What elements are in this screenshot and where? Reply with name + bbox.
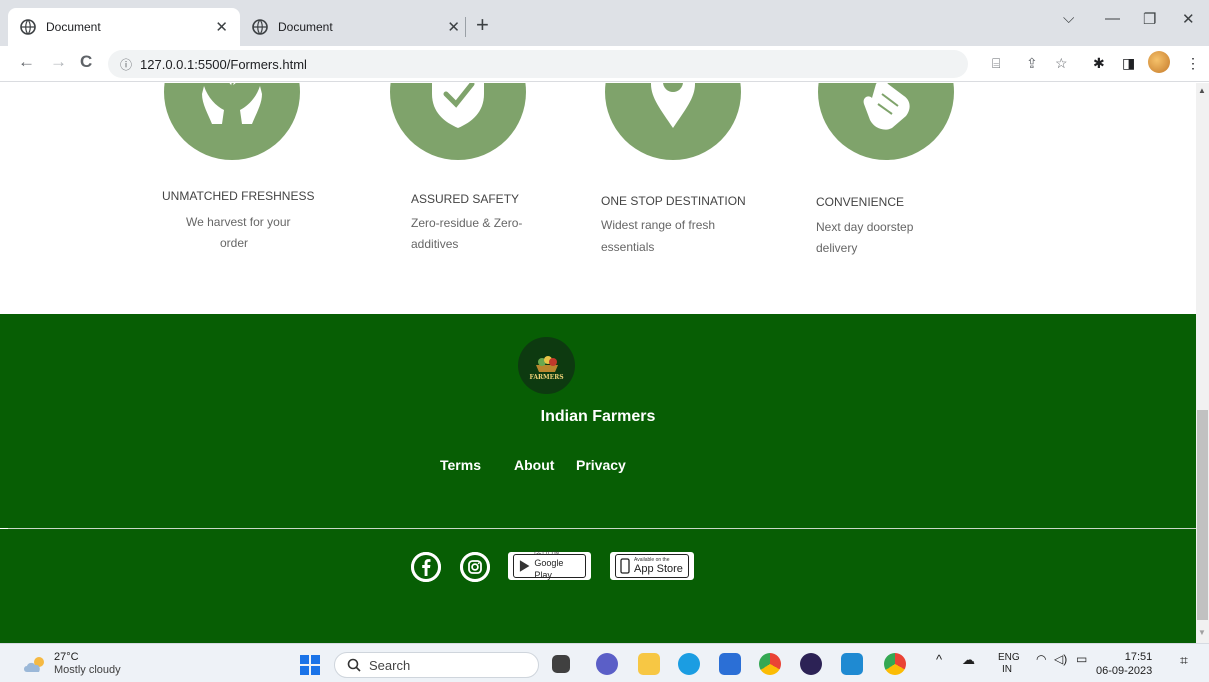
tab-title: Document <box>278 20 333 34</box>
url-bar[interactable]: ⓘ 127.0.0.1:5500/Formers.html <box>108 50 968 78</box>
weather-widget[interactable]: 27°C Mostly cloudy <box>22 651 121 677</box>
feature-desc-line2: additives <box>411 237 459 251</box>
app-store-text: App Store <box>634 563 683 575</box>
translate-icon[interactable]: ⌸ <box>992 55 1000 72</box>
reload-icon[interactable]: C <box>80 52 92 72</box>
battery-icon[interactable]: ▭ <box>1076 652 1087 666</box>
globe-icon <box>20 19 36 35</box>
produce-basket-icon <box>535 355 558 372</box>
windows-taskbar: 27°C Mostly cloudy Search ^ ☁ ENG IN ◠ ◁… <box>0 643 1209 682</box>
facebook-icon[interactable] <box>411 552 441 582</box>
feature-desc-line1: We harvest for your <box>186 215 291 229</box>
search-label: Search <box>369 657 411 673</box>
google-play-badge[interactable]: GET IT ON Google Play <box>508 551 591 580</box>
tap-hand-icon <box>818 83 954 160</box>
feature-title: UNMATCHED FRESHNESS <box>162 189 315 203</box>
edge-browser-icon[interactable] <box>678 653 700 675</box>
browser-tab-strip: Document ✕ Document ✕ + ⌵ — ❐ ✕ <box>0 0 1209 46</box>
instagram-icon[interactable] <box>460 552 490 582</box>
eclipse-icon[interactable] <box>800 653 822 675</box>
phone-icon <box>620 558 630 574</box>
tab-document-active[interactable]: Document ✕ <box>8 8 240 46</box>
address-toolbar: ← → C ⓘ 127.0.0.1:5500/Formers.html ⌸ ⇪ … <box>0 46 1209 82</box>
notification-icon[interactable]: ⌗ <box>1180 652 1188 669</box>
windows-start-button[interactable] <box>300 655 320 675</box>
feature-desc-line2: essentials <box>601 240 655 254</box>
file-explorer-icon[interactable] <box>638 653 660 675</box>
scroll-up-arrow-icon[interactable]: ▲ <box>1198 86 1206 95</box>
chrome-icon[interactable] <box>759 653 781 675</box>
weather-temp: 27°C <box>54 651 79 663</box>
forward-arrow-icon[interactable]: → <box>50 52 67 72</box>
scrollbar-thumb[interactable] <box>1197 410 1208 620</box>
shield-check-icon <box>390 83 526 160</box>
feature-desc-line1: Zero-residue & Zero- <box>411 216 523 230</box>
google-play-text: Google Play <box>534 558 564 580</box>
footer-brand-name: Indian Farmers <box>540 408 656 425</box>
language-code: ENG <box>998 652 1020 663</box>
language-indicator[interactable]: ENG IN <box>998 652 1020 676</box>
tab-document[interactable]: Document ✕ <box>240 8 472 46</box>
globe-icon <box>252 19 268 35</box>
wifi-icon[interactable]: ◠ <box>1036 652 1046 666</box>
app-store-badge[interactable]: Available on the App Store <box>610 552 694 580</box>
minimize-icon[interactable]: — <box>1105 10 1120 27</box>
taskbar-search[interactable]: Search <box>334 652 539 678</box>
task-view-icon[interactable] <box>552 655 570 673</box>
profile-avatar[interactable] <box>1148 51 1170 73</box>
onedrive-cloud-icon[interactable]: ☁ <box>962 652 975 668</box>
cloud-sun-icon <box>24 657 44 672</box>
bookmark-star-icon[interactable]: ☆ <box>1055 55 1068 72</box>
side-panel-icon[interactable]: ◨ <box>1122 55 1135 72</box>
weather-condition: Mostly cloudy <box>54 664 121 676</box>
chrome-profile-icon[interactable] <box>884 653 906 675</box>
menu-kebab-icon[interactable]: ⋮ <box>1186 55 1200 72</box>
language-region: IN <box>1002 664 1012 675</box>
footer-link-privacy[interactable]: Privacy <box>576 457 626 473</box>
feature-title: ONE STOP DESTINATION <box>601 194 746 208</box>
feature-desc-line2: delivery <box>816 241 858 255</box>
restore-icon[interactable]: ❐ <box>1143 10 1156 28</box>
volume-icon[interactable]: ◁) <box>1054 652 1067 666</box>
footer-bottom-section <box>0 529 1196 643</box>
feature-desc-line1: Widest range of fresh <box>601 218 716 232</box>
share-icon[interactable]: ⇪ <box>1026 55 1038 72</box>
vscode-icon[interactable] <box>841 653 863 675</box>
tab-search-chevron-icon[interactable]: ⌵ <box>1063 10 1074 27</box>
close-window-icon[interactable]: ✕ <box>1182 10 1195 28</box>
back-arrow-icon[interactable]: ← <box>18 52 35 72</box>
feature-desc-line1: Next day doorstep <box>816 220 914 234</box>
new-tab-button[interactable]: + <box>476 12 489 38</box>
close-icon[interactable]: ✕ <box>215 18 228 36</box>
close-icon[interactable]: ✕ <box>447 18 460 36</box>
tab-divider <box>465 17 466 37</box>
page-viewport: UNMATCHED FRESHNESS We harvest for your … <box>0 83 1196 643</box>
chevron-up-icon[interactable]: ^ <box>936 652 942 667</box>
extensions-puzzle-icon[interactable]: ✱ <box>1093 55 1105 72</box>
logo-text: FARMERS <box>529 373 564 381</box>
microsoft-store-icon[interactable] <box>719 653 741 675</box>
scroll-down-arrow-icon[interactable]: ▼ <box>1198 628 1206 637</box>
clock-date: 06-09-2023 <box>1096 665 1153 677</box>
teams-chat-icon[interactable] <box>596 653 618 675</box>
tab-title: Document <box>46 20 101 34</box>
feature-desc-line2: order <box>220 236 249 250</box>
system-clock[interactable]: 17:51 06-09-2023 <box>1096 650 1152 678</box>
url-text: 127.0.0.1:5500/Formers.html <box>140 56 307 72</box>
map-pin-icon <box>605 83 741 160</box>
feature-title: CONVENIENCE <box>816 195 905 209</box>
info-icon[interactable]: ⓘ <box>120 56 132 73</box>
leaf-in-hands-icon <box>164 83 300 160</box>
feature-title: ASSURED SAFETY <box>411 192 520 206</box>
play-triangle-icon <box>519 560 530 572</box>
farmers-logo[interactable]: FARMERS <box>518 337 575 394</box>
clock-time: 17:51 <box>1124 651 1153 663</box>
footer-link-terms[interactable]: Terms <box>440 457 481 473</box>
search-icon <box>347 658 361 672</box>
footer-link-about[interactable]: About <box>514 457 554 473</box>
